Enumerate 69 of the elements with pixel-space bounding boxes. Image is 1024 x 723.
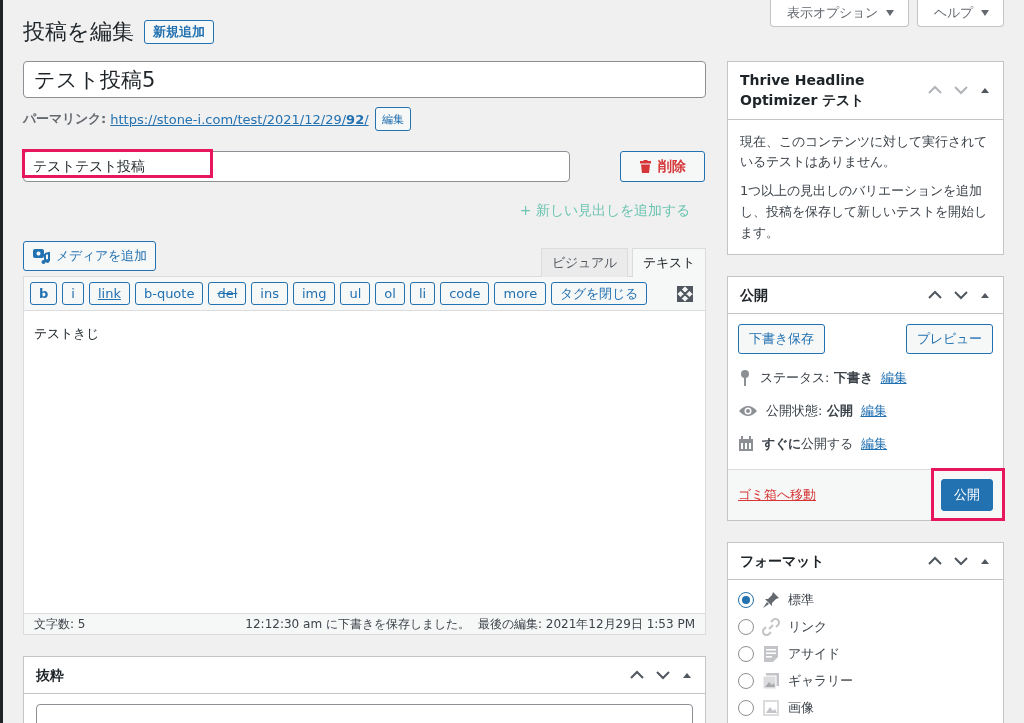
caret-icon — [981, 10, 989, 16]
format-label: ギャラリー — [788, 671, 853, 690]
format-label: アサイド — [788, 644, 840, 663]
editor-tab[interactable]: テキスト — [632, 248, 706, 277]
media-icon — [32, 247, 50, 265]
edit-link[interactable]: 編集 — [880, 369, 907, 388]
trash-icon — [639, 160, 651, 173]
quicktag-button[interactable]: ul — [340, 282, 371, 305]
fullscreen-icon — [677, 285, 693, 302]
editor-text: テストきじ — [24, 311, 705, 613]
quicktag-button[interactable]: b — [30, 282, 58, 305]
publish-setting-text: すぐに公開する — [762, 435, 853, 454]
quicktag-button[interactable]: タグを閉じる — [551, 282, 648, 305]
quicktag-button[interactable]: img — [292, 282, 336, 305]
format-label: 画像 — [788, 698, 814, 717]
radio-button[interactable] — [738, 672, 754, 689]
pin-icon — [762, 590, 780, 609]
panel-text: 1つ以上の見出しのバリエーションを追加し、投稿を保存して新しいテストを開始します。 — [740, 182, 988, 242]
preview-button[interactable]: プレビュー — [906, 323, 993, 354]
autosave-status: 12:12:30 am に下書きを保存しました。 — [245, 615, 470, 633]
document-icon — [762, 644, 780, 663]
quicktag-button[interactable]: code — [440, 282, 490, 305]
quicktag-button[interactable]: b-quote — [134, 282, 204, 305]
gallery-icon — [762, 671, 780, 690]
radio-button[interactable] — [738, 645, 754, 662]
quicktag-button[interactable]: i — [62, 282, 84, 305]
image-icon — [762, 698, 780, 717]
edit-link[interactable]: 編集 — [861, 435, 887, 454]
link-icon — [762, 617, 780, 636]
delete-button[interactable]: 削除 — [620, 151, 705, 182]
quicktag-button[interactable]: link — [88, 282, 130, 305]
panel-title: フォーマット — [740, 551, 824, 571]
headline-field[interactable]: テストテスト投稿 — [23, 151, 570, 182]
quicktag-button[interactable]: ins — [251, 282, 288, 305]
editor-tab[interactable]: ビジュアル — [541, 248, 628, 277]
add-new-button[interactable]: 新規追加 — [144, 20, 214, 44]
radio-button[interactable] — [738, 591, 754, 608]
radio-button[interactable] — [738, 699, 754, 716]
page-title: 投稿を編集 — [23, 18, 134, 46]
quicktag-button[interactable]: del — [208, 282, 247, 305]
permalink-link[interactable]: https://stone-i.com/test/2021/12/29/92/ — [110, 111, 369, 127]
panel-title: Thrive Headline Optimizer テスト — [740, 71, 866, 111]
caret-icon — [886, 10, 894, 16]
panel-title: 抜粋 — [36, 666, 64, 685]
eye-icon — [738, 404, 758, 419]
format-label: リンク — [788, 617, 827, 636]
pin-icon — [738, 369, 752, 388]
edit-permalink-button[interactable]: 編集 — [374, 107, 411, 131]
add-media-button[interactable]: メディアを追加 — [23, 241, 156, 271]
publish-button[interactable]: 公開 — [941, 478, 993, 511]
post-title-field[interactable]: テスト投稿5 — [23, 61, 706, 98]
publish-setting-text: ステータス: 下書き — [760, 369, 873, 388]
publish-setting-text: 公開状態: 公開 — [766, 402, 853, 421]
quicktag-button[interactable]: ol — [375, 282, 405, 305]
word-count: 文字数: 5 — [34, 615, 86, 633]
trash-link[interactable]: ゴミ箱へ移動 — [738, 485, 816, 504]
format-label: 標準 — [788, 590, 814, 609]
calendar-icon — [738, 436, 754, 453]
panel-title: 公開 — [740, 285, 768, 305]
screen-tab-button[interactable]: 表示オプション — [770, 0, 909, 27]
radio-button[interactable] — [738, 618, 754, 635]
last-edit-text: 最後の編集: 2021年12月29日 1:53 PM — [477, 615, 695, 633]
panel-text: 現在、このコンテンツに対して実行されているテストはありません。 — [740, 132, 988, 172]
quicktag-button[interactable]: more — [494, 282, 547, 305]
edit-link[interactable]: 編集 — [860, 402, 887, 421]
quicktag-button[interactable]: li — [409, 282, 436, 305]
permalink-label: パーマリンク: — [23, 110, 107, 128]
screen-tab-button[interactable]: ヘルプ — [917, 0, 1004, 27]
save-draft-button[interactable]: 下書き保存 — [738, 323, 825, 354]
